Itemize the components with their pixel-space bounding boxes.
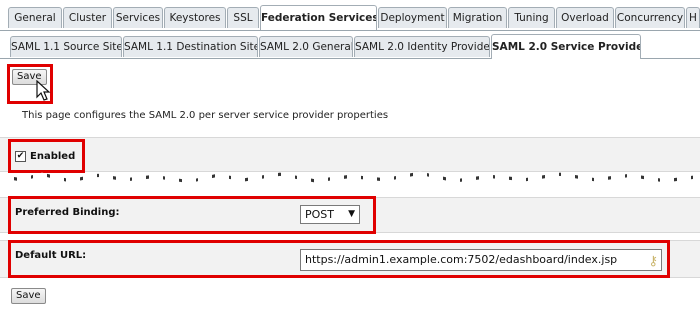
sub-tab-bar: SAML 1.1 Source Site SAML 1.1 Destinatio… (0, 34, 700, 59)
enabled-row (0, 137, 700, 172)
mouse-pointer-icon (36, 80, 51, 101)
page-description: This page configures the SAML 2.0 per se… (22, 110, 389, 121)
highlight-default-url (8, 240, 670, 278)
save-button-bottom[interactable]: Save (11, 288, 46, 304)
tab-overload[interactable]: Overload (556, 7, 614, 28)
highlight-enabled (8, 139, 85, 173)
subtab-saml11-destination-site[interactable]: SAML 1.1 Destination Site (123, 36, 258, 57)
subtab-saml20-identity-provider[interactable]: SAML 2.0 Identity Provider (354, 36, 490, 57)
tab-h-truncated[interactable]: H (686, 7, 700, 28)
tab-federation-services[interactable]: Federation Services (260, 5, 377, 30)
tab-general[interactable]: General (8, 7, 62, 28)
highlight-preferred-binding (8, 196, 376, 234)
tab-cluster[interactable]: Cluster (63, 7, 112, 28)
tab-concurrency[interactable]: Concurrency (615, 7, 685, 28)
main-tab-bar: General Cluster Services Keystores SSL F… (0, 5, 700, 31)
tab-ssl[interactable]: SSL (227, 7, 259, 28)
tab-deployment[interactable]: Deployment (378, 7, 447, 28)
subtab-saml20-service-provider[interactable]: SAML 2.0 Service Provider (491, 34, 641, 59)
tab-migration[interactable]: Migration (448, 7, 507, 28)
tab-services[interactable]: Services (113, 7, 163, 28)
subtab-saml20-general[interactable]: SAML 2.0 General (259, 36, 353, 57)
subtab-saml11-source-site[interactable]: SAML 1.1 Source Site (10, 36, 122, 57)
tab-tuning[interactable]: Tuning (508, 7, 555, 28)
tab-keystores[interactable]: Keystores (164, 7, 226, 28)
